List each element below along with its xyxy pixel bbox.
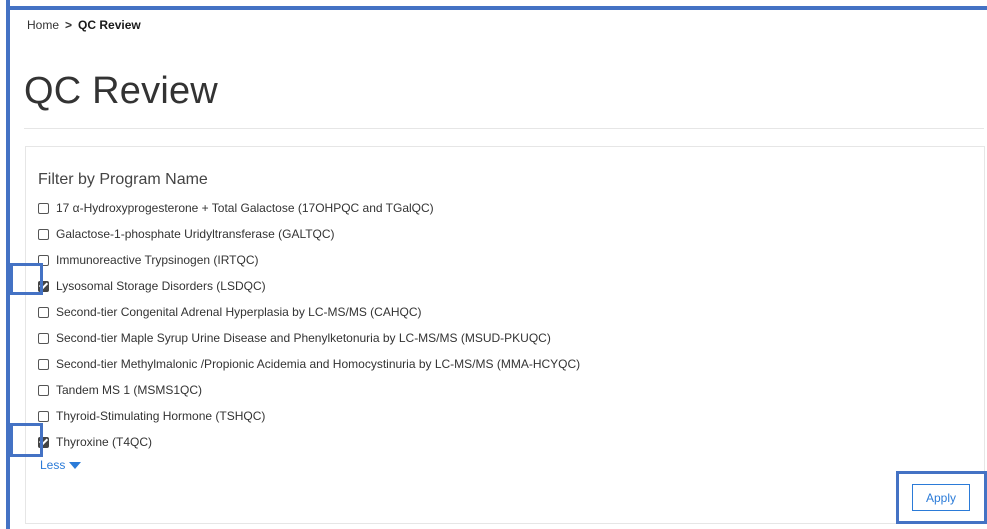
page-title: QC Review xyxy=(24,70,218,112)
breadcrumb-current: QC Review xyxy=(78,18,141,32)
breadcrumb-home-link[interactable]: Home xyxy=(27,18,59,32)
title-divider xyxy=(24,128,984,129)
filter-panel: Filter by Program Name 17 α-Hydroxyproge… xyxy=(25,146,985,524)
checkbox-unchecked[interactable] xyxy=(38,228,49,240)
program-option-label: 17 α-Hydroxyprogesterone + Total Galacto… xyxy=(56,201,434,215)
program-option[interactable]: Second-tier Maple Syrup Urine Disease an… xyxy=(38,325,580,351)
program-option-label: Thyroid-Stimulating Hormone (TSHQC) xyxy=(56,409,266,423)
checkbox-unchecked[interactable] xyxy=(38,332,49,344)
checkbox-unchecked[interactable] xyxy=(38,384,49,396)
program-option[interactable]: Thyroxine (T4QC) xyxy=(38,429,580,455)
breadcrumb-separator: > xyxy=(65,18,73,32)
program-option-label: Second-tier Methylmalonic /Propionic Aci… xyxy=(56,357,581,371)
highlight-box-apply-button xyxy=(896,471,987,524)
checkbox-unchecked[interactable] xyxy=(38,306,49,318)
less-toggle-link[interactable]: Less xyxy=(40,458,82,472)
program-option[interactable]: Galactose-1-phosphate Uridyltransferase … xyxy=(38,221,580,247)
breadcrumb: Home > QC Review xyxy=(27,18,141,32)
program-option-label: Second-tier Congenital Adrenal Hyperplas… xyxy=(56,305,422,319)
program-option[interactable]: Second-tier Methylmalonic /Propionic Aci… xyxy=(38,351,580,377)
program-option-label: Immunoreactive Trypsinogen (IRTQC) xyxy=(56,253,259,267)
program-option[interactable]: Immunoreactive Trypsinogen (IRTQC) xyxy=(38,247,580,273)
program-option-label: Lysosomal Storage Disorders (LSDQC) xyxy=(56,279,266,293)
program-options-list: 17 α-Hydroxyprogesterone + Total Galacto… xyxy=(38,195,580,455)
highlight-box-t4qc-checkbox xyxy=(10,423,43,457)
highlight-box-lsdqc-checkbox xyxy=(10,263,43,295)
program-option[interactable]: Lysosomal Storage Disorders (LSDQC) xyxy=(38,273,580,299)
program-option-label: Thyroxine (T4QC) xyxy=(56,435,153,449)
program-option-label: Galactose-1-phosphate Uridyltransferase … xyxy=(56,227,335,241)
program-option-label: Second-tier Maple Syrup Urine Disease an… xyxy=(56,331,551,345)
program-option[interactable]: Second-tier Congenital Adrenal Hyperplas… xyxy=(38,299,580,325)
annotation-frame-top xyxy=(6,6,987,10)
checkbox-unchecked[interactable] xyxy=(38,410,49,422)
checkbox-unchecked[interactable] xyxy=(38,202,49,214)
program-option[interactable]: Thyroid-Stimulating Hormone (TSHQC) xyxy=(38,403,580,429)
filter-heading: Filter by Program Name xyxy=(38,171,208,188)
program-option-label: Tandem MS 1 (MSMS1QC) xyxy=(56,383,203,397)
checkbox-unchecked[interactable] xyxy=(38,358,49,370)
less-label: Less xyxy=(40,458,66,472)
program-option[interactable]: 17 α-Hydroxyprogesterone + Total Galacto… xyxy=(38,195,580,221)
program-option[interactable]: Tandem MS 1 (MSMS1QC) xyxy=(38,377,580,403)
caret-down-icon xyxy=(69,461,82,469)
